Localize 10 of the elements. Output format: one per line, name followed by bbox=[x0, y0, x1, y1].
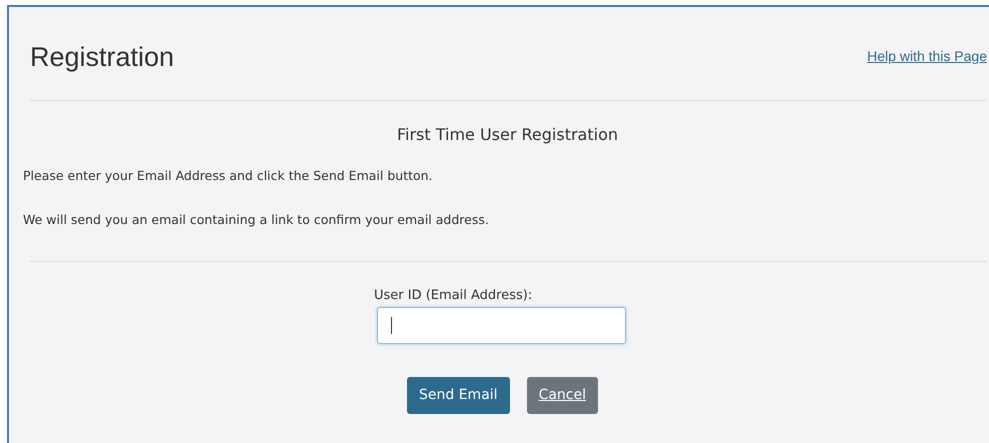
page-title: Registration bbox=[30, 41, 174, 74]
send-email-button[interactable]: Send Email bbox=[407, 377, 510, 414]
field-label: User ID (Email Address): bbox=[374, 286, 532, 304]
help-link[interactable]: Help with this Page bbox=[867, 46, 987, 67]
section-heading: First Time User Registration bbox=[396, 124, 620, 146]
instruction-text: We will send you an email containing a link to confirm your email address. bbox=[23, 210, 490, 229]
cancel-button[interactable]: Cancel bbox=[526, 377, 598, 414]
instruction-text: Please enter your Email Address and click the Send Email button. bbox=[23, 167, 434, 185]
email-field[interactable] bbox=[377, 307, 626, 344]
text-cursor-icon bbox=[391, 317, 392, 334]
